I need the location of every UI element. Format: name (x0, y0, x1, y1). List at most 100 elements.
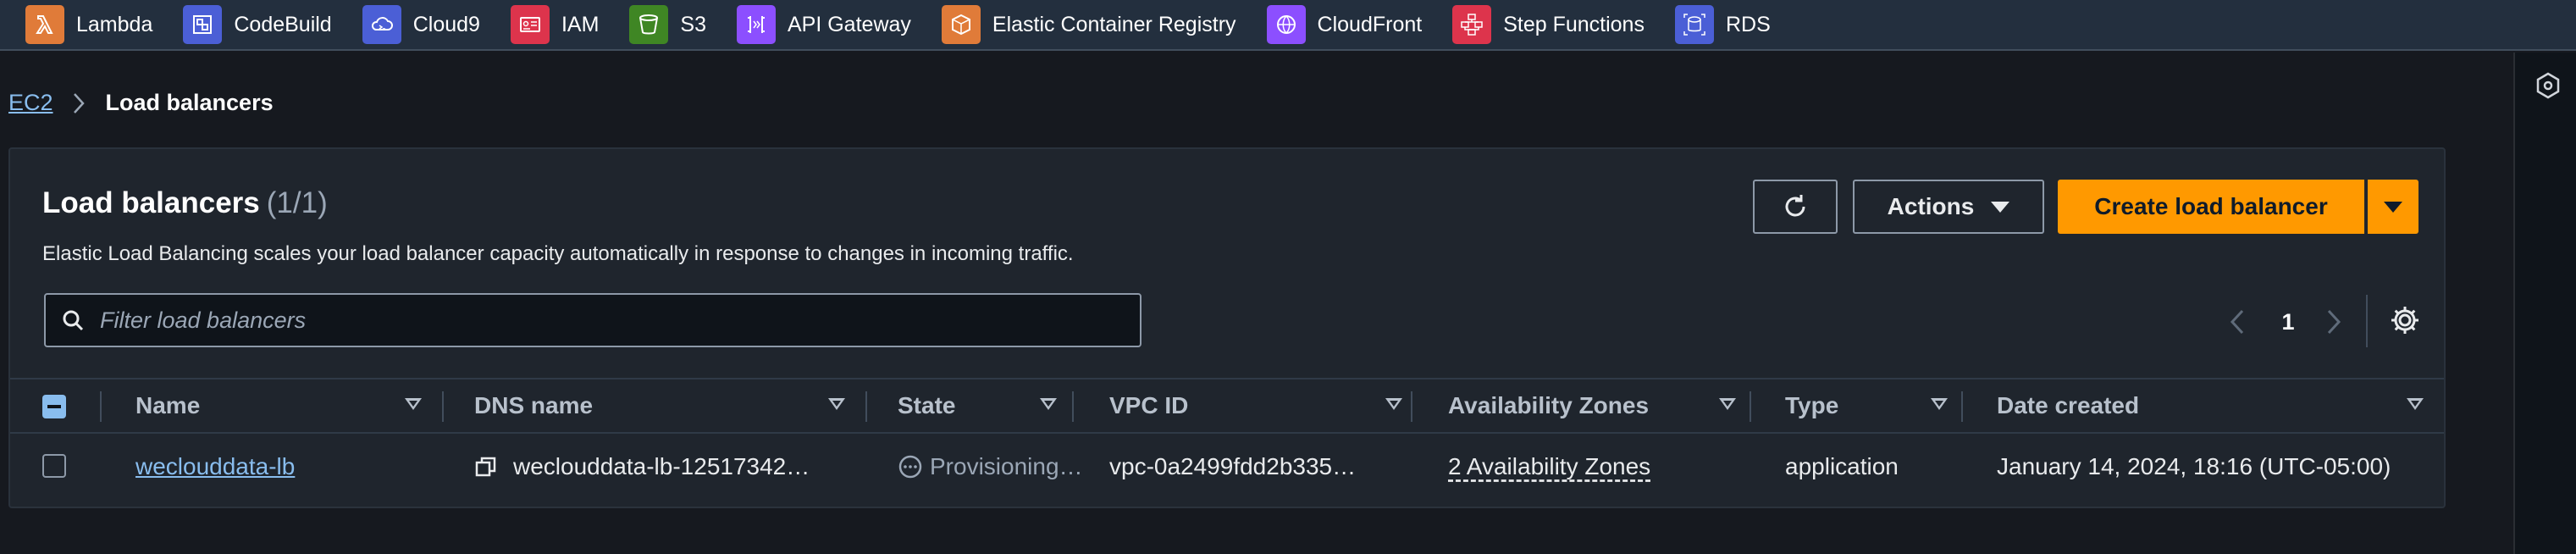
column-header-label: DNS name (474, 392, 594, 418)
favorite-iam[interactable]: IAM (510, 0, 599, 50)
column-header-type[interactable]: Type (1785, 379, 1954, 432)
info-panel-icon[interactable] (2534, 71, 2562, 100)
load-balancers-panel: Load balancers (1/1) Elastic Load Balanci… (8, 147, 2446, 508)
iam-icon (510, 5, 550, 44)
cell-name: weclouddata-lb (135, 434, 295, 500)
favorite-api-gateway[interactable]: API Gateway (737, 0, 911, 50)
create-load-balancer-dropdown[interactable] (2368, 180, 2418, 234)
favorite-label: RDS (1725, 12, 1771, 36)
step-functions-icon (1452, 5, 1492, 44)
cell-vpc-id: vpc-0a2499fdd2b335… (1109, 453, 1357, 479)
table-header: Name DNS name State VPC ID Availability … (10, 378, 2444, 430)
cloudfront-icon (1266, 5, 1306, 44)
pending-status-icon (898, 455, 922, 479)
create-load-balancer-button[interactable]: Create load balancer (2058, 180, 2364, 234)
favorite-ecr[interactable]: Elastic Container Registry (941, 0, 1236, 50)
sort-icon (1931, 398, 1948, 410)
sort-icon (1385, 398, 1402, 410)
favorite-rds[interactable]: RDS (1674, 0, 1771, 50)
cell-availability-zones: 2 Availability Zones (1448, 434, 1650, 500)
caret-down-icon (1991, 201, 2010, 213)
column-header-label: Type (1785, 392, 1839, 418)
s3-icon (629, 5, 669, 44)
copy-icon[interactable] (474, 455, 498, 479)
sort-icon (1719, 398, 1736, 410)
favorite-cloudfront[interactable]: CloudFront (1266, 0, 1423, 50)
search-input[interactable] (100, 307, 1116, 334)
chevron-right-icon (72, 91, 89, 115)
column-header-label: Name (135, 392, 201, 418)
table-row[interactable]: weclouddata-lb weclouddata-lb-12517342… … (10, 432, 2444, 500)
page-number[interactable]: 1 (2273, 298, 2303, 346)
column-divider (442, 391, 444, 422)
filter-load-balancers[interactable] (44, 293, 1142, 347)
column-header-label: State (898, 392, 956, 418)
column-header-availability-zones[interactable]: Availability Zones (1448, 379, 1753, 432)
rds-icon (1674, 5, 1714, 44)
favorite-label: CodeBuild (234, 12, 332, 36)
favorite-label: Lambda (76, 12, 153, 36)
favorite-label: CloudFront (1317, 12, 1423, 36)
breadcrumb-ec2-link[interactable]: EC2 (8, 90, 53, 116)
favorite-codebuild[interactable]: CodeBuild (183, 0, 332, 50)
chevron-right-icon (2327, 309, 2341, 335)
pager-divider (2366, 295, 2368, 347)
availability-zones-popover[interactable]: 2 Availability Zones (1448, 453, 1650, 480)
refresh-icon (1785, 195, 1805, 217)
refresh-button[interactable] (1753, 180, 1838, 234)
sort-icon (2407, 398, 2424, 410)
sort-icon (828, 398, 845, 410)
previous-page-button[interactable] (2220, 298, 2254, 346)
column-divider (865, 391, 867, 422)
favorite-s3[interactable]: S3 (629, 0, 706, 50)
favorite-cloud9[interactable]: Cloud9 (362, 0, 480, 50)
actions-label: Actions (1887, 193, 1975, 219)
column-divider (1750, 391, 1751, 422)
lambda-icon (25, 5, 64, 44)
favorite-lambda[interactable]: Lambda (25, 0, 152, 50)
breadcrumb-current: Load balancers (105, 90, 274, 115)
favorites-bar: Lambda CodeBuild Cloud9 IAM S3 API Gatew… (0, 0, 2576, 51)
column-header-vpc-id[interactable]: VPC ID (1109, 379, 1423, 432)
status-badge: Provisioning… (930, 453, 1083, 479)
column-header-dns-name[interactable]: DNS name (474, 379, 850, 432)
cell-type: application (1785, 453, 1899, 479)
column-header-label: VPC ID (1109, 392, 1189, 418)
search-icon (63, 310, 84, 331)
page-title-count: (1/1) (266, 186, 328, 219)
column-divider (100, 391, 102, 422)
api-gateway-icon (737, 5, 776, 44)
favorite-label: Step Functions (1503, 12, 1645, 36)
column-header-name[interactable]: Name (135, 379, 435, 432)
select-all-checkbox[interactable] (42, 395, 66, 418)
column-divider (1961, 391, 1963, 422)
sort-icon (1040, 398, 1057, 410)
caret-down-icon (2384, 201, 2402, 213)
favorite-step-functions[interactable]: Step Functions (1452, 0, 1645, 50)
cell-state: Provisioning… (898, 434, 1083, 500)
load-balancer-name-link[interactable]: weclouddata-lb (135, 453, 295, 480)
chevron-left-icon (2230, 309, 2244, 335)
actions-dropdown-button[interactable]: Actions (1853, 180, 2044, 234)
column-header-date-created[interactable]: Date created (1997, 379, 2437, 432)
ecr-icon (941, 5, 981, 44)
codebuild-icon (183, 5, 223, 44)
cell-date-created: January 14, 2024, 18:16 (UTC-05:00) (1997, 453, 2391, 479)
sort-icon (405, 398, 422, 410)
gear-icon[interactable] (2388, 303, 2422, 337)
favorite-label: Elastic Container Registry (992, 12, 1236, 36)
column-divider (1072, 391, 1074, 422)
column-divider (1411, 391, 1412, 422)
page-title-text: Load balancers (42, 186, 260, 219)
favorite-label: S3 (680, 12, 706, 36)
column-header-label: Availability Zones (1448, 392, 1650, 418)
next-page-button[interactable] (2317, 298, 2351, 346)
page-title: Load balancers (1/1) (42, 186, 328, 220)
dns-name-text: weclouddata-lb-12517342… (513, 453, 810, 479)
side-panel-strip (2513, 53, 2576, 554)
column-header-state[interactable]: State (898, 379, 1064, 432)
cell-dns-name: weclouddata-lb-12517342… (474, 434, 810, 500)
page-description: Elastic Load Balancing scales your load … (42, 242, 1074, 265)
column-header-label: Date created (1997, 392, 2140, 418)
row-checkbox[interactable] (42, 454, 66, 478)
